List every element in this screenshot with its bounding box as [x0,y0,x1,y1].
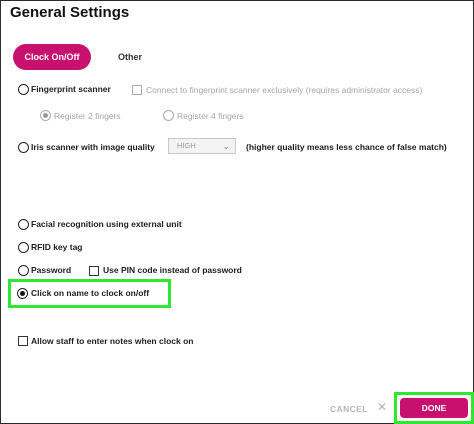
register-2-fingers-radio[interactable] [40,110,51,121]
allow-notes-checkbox[interactable] [18,336,28,346]
chevron-down-icon: ⌄ [222,141,230,151]
use-pin-checkbox[interactable] [89,266,99,276]
iris-scanner-label: Iris scanner with image quality [31,142,155,152]
register-4-fingers-radio[interactable] [163,110,174,121]
iris-scanner-radio[interactable] [18,142,29,153]
click-name-radio[interactable] [17,288,28,299]
tab-other[interactable]: Other [118,52,142,62]
image-quality-value: HIGH [177,141,196,150]
facial-recognition-radio[interactable] [18,219,29,230]
register-4-fingers-label: Register 4 fingers [177,111,244,121]
allow-notes-label: Allow staff to enter notes when clock on [31,336,194,346]
use-pin-label: Use PIN code instead of password [103,265,242,275]
cancel-button[interactable]: CANCEL [330,404,368,414]
iris-quality-note: (higher quality means less chance of fal… [246,142,447,152]
fingerprint-radio[interactable] [18,84,29,95]
close-icon[interactable]: ✕ [377,400,387,414]
fingerprint-label: Fingerprint scanner [31,84,111,94]
tab-clock-on-off[interactable]: Clock On/Off [13,44,91,70]
click-name-label: Click on name to clock on/off [31,288,150,298]
facial-recognition-label: Facial recognition using external unit [31,219,182,229]
done-button[interactable]: DONE [400,398,468,418]
connect-exclusive-checkbox[interactable] [132,85,142,95]
rfid-label: RFID key tag [31,242,83,252]
register-2-fingers-label: Register 2 fingers [54,111,121,121]
password-radio[interactable] [18,265,29,276]
rfid-radio[interactable] [18,242,29,253]
dialog-title: General Settings [10,4,130,21]
password-label: Password [31,265,72,275]
image-quality-select[interactable]: HIGH ⌄ [168,138,236,154]
connect-exclusive-label: Connect to fingerprint scanner exclusive… [146,85,423,95]
